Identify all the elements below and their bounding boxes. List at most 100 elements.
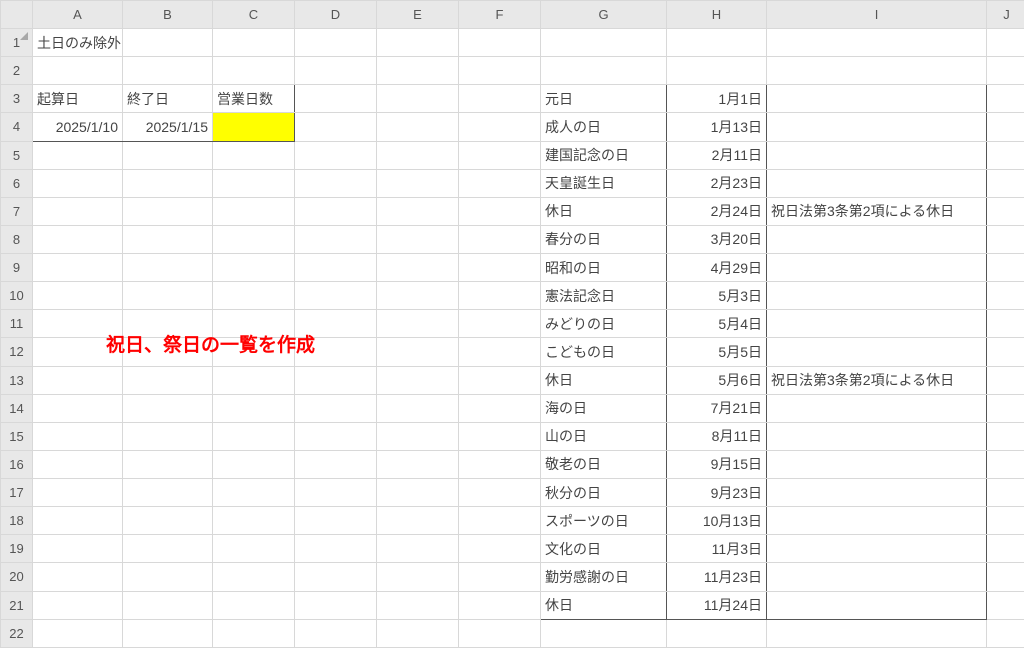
cell-B22[interactable] (123, 619, 213, 647)
cell-D9[interactable] (295, 254, 377, 282)
cell-B20[interactable] (123, 563, 213, 591)
cell-J2[interactable] (987, 57, 1024, 85)
cell-G11[interactable]: みどりの日 (541, 310, 667, 338)
cell-H17[interactable]: 9月23日 (667, 479, 767, 507)
cell-A10[interactable] (33, 282, 123, 310)
cell-D10[interactable] (295, 282, 377, 310)
cell-G16[interactable]: 敬老の日 (541, 450, 667, 478)
cell-A12[interactable] (33, 338, 123, 366)
cell-B6[interactable] (123, 169, 213, 197)
cell-I3[interactable] (767, 85, 987, 113)
cell-D12[interactable] (295, 338, 377, 366)
cell-E17[interactable] (377, 479, 459, 507)
cell-J11[interactable] (987, 310, 1024, 338)
cell-G9[interactable]: 昭和の日 (541, 254, 667, 282)
cell-H7[interactable]: 2月24日 (667, 197, 767, 225)
cell-I4[interactable] (767, 113, 987, 141)
cell-F19[interactable] (459, 535, 541, 563)
cell-F16[interactable] (459, 450, 541, 478)
cell-F8[interactable] (459, 225, 541, 253)
cell-I12[interactable] (767, 338, 987, 366)
cell-G12[interactable]: こどもの日 (541, 338, 667, 366)
cell-C9[interactable] (213, 254, 295, 282)
col-header-G[interactable]: G (541, 1, 667, 29)
cell-I11[interactable] (767, 310, 987, 338)
cell-E20[interactable] (377, 563, 459, 591)
cell-G10[interactable]: 憲法記念日 (541, 282, 667, 310)
cell-G7[interactable]: 休日 (541, 197, 667, 225)
cell-F22[interactable] (459, 619, 541, 647)
cell-I5[interactable] (767, 141, 987, 169)
cell-E21[interactable] (377, 591, 459, 619)
cell-J7[interactable] (987, 197, 1024, 225)
cell-E8[interactable] (377, 225, 459, 253)
cell-F18[interactable] (459, 507, 541, 535)
cell-J13[interactable] (987, 366, 1024, 394)
cell-H21[interactable]: 11月24日 (667, 591, 767, 619)
cell-G13[interactable]: 休日 (541, 366, 667, 394)
cell-I8[interactable] (767, 225, 987, 253)
col-header-H[interactable]: H (667, 1, 767, 29)
cell-E19[interactable] (377, 535, 459, 563)
cell-E3[interactable] (377, 85, 459, 113)
cell-J8[interactable] (987, 225, 1024, 253)
col-header-A[interactable]: A (33, 1, 123, 29)
cell-G19[interactable]: 文化の日 (541, 535, 667, 563)
cell-J14[interactable] (987, 394, 1024, 422)
cell-I22[interactable] (767, 619, 987, 647)
spreadsheet-grid[interactable]: A B C D E F G H I J 1土日のみ除外23起算日終了日営業日数元… (0, 0, 1024, 648)
cell-H22[interactable] (667, 619, 767, 647)
cell-I6[interactable] (767, 169, 987, 197)
cell-H3[interactable]: 1月1日 (667, 85, 767, 113)
row-header-7[interactable]: 7 (1, 197, 33, 225)
cell-G21[interactable]: 休日 (541, 591, 667, 619)
cell-D14[interactable] (295, 394, 377, 422)
cell-B13[interactable] (123, 366, 213, 394)
cell-F9[interactable] (459, 254, 541, 282)
cell-D5[interactable] (295, 141, 377, 169)
cell-C10[interactable] (213, 282, 295, 310)
col-header-J[interactable]: J (987, 1, 1024, 29)
cell-J16[interactable] (987, 450, 1024, 478)
cell-H8[interactable]: 3月20日 (667, 225, 767, 253)
cell-C14[interactable] (213, 394, 295, 422)
cell-I7[interactable]: 祝日法第3条第2項による休日 (767, 197, 987, 225)
cell-H14[interactable]: 7月21日 (667, 394, 767, 422)
cell-E11[interactable] (377, 310, 459, 338)
col-header-F[interactable]: F (459, 1, 541, 29)
cell-D7[interactable] (295, 197, 377, 225)
cell-B19[interactable] (123, 535, 213, 563)
cell-A6[interactable] (33, 169, 123, 197)
cell-J6[interactable] (987, 169, 1024, 197)
cell-E1[interactable] (377, 29, 459, 57)
cell-F13[interactable] (459, 366, 541, 394)
cell-B15[interactable] (123, 422, 213, 450)
cell-G3[interactable]: 元日 (541, 85, 667, 113)
cell-D22[interactable] (295, 619, 377, 647)
row-header-19[interactable]: 19 (1, 535, 33, 563)
cell-F5[interactable] (459, 141, 541, 169)
select-all-corner[interactable] (1, 1, 33, 29)
cell-I15[interactable] (767, 422, 987, 450)
cell-A11[interactable] (33, 310, 123, 338)
cell-I17[interactable] (767, 479, 987, 507)
cell-H15[interactable]: 8月11日 (667, 422, 767, 450)
cell-F10[interactable] (459, 282, 541, 310)
row-header-2[interactable]: 2 (1, 57, 33, 85)
cell-F1[interactable] (459, 29, 541, 57)
cell-C5[interactable] (213, 141, 295, 169)
cell-B17[interactable] (123, 479, 213, 507)
cell-F14[interactable] (459, 394, 541, 422)
cell-E22[interactable] (377, 619, 459, 647)
cell-E13[interactable] (377, 366, 459, 394)
row-header-6[interactable]: 6 (1, 169, 33, 197)
cell-E18[interactable] (377, 507, 459, 535)
cell-C7[interactable] (213, 197, 295, 225)
cell-D3[interactable] (295, 85, 377, 113)
cell-G4[interactable]: 成人の日 (541, 113, 667, 141)
cell-G17[interactable]: 秋分の日 (541, 479, 667, 507)
cell-C6[interactable] (213, 169, 295, 197)
cell-I10[interactable] (767, 282, 987, 310)
cell-A18[interactable] (33, 507, 123, 535)
col-header-B[interactable]: B (123, 1, 213, 29)
